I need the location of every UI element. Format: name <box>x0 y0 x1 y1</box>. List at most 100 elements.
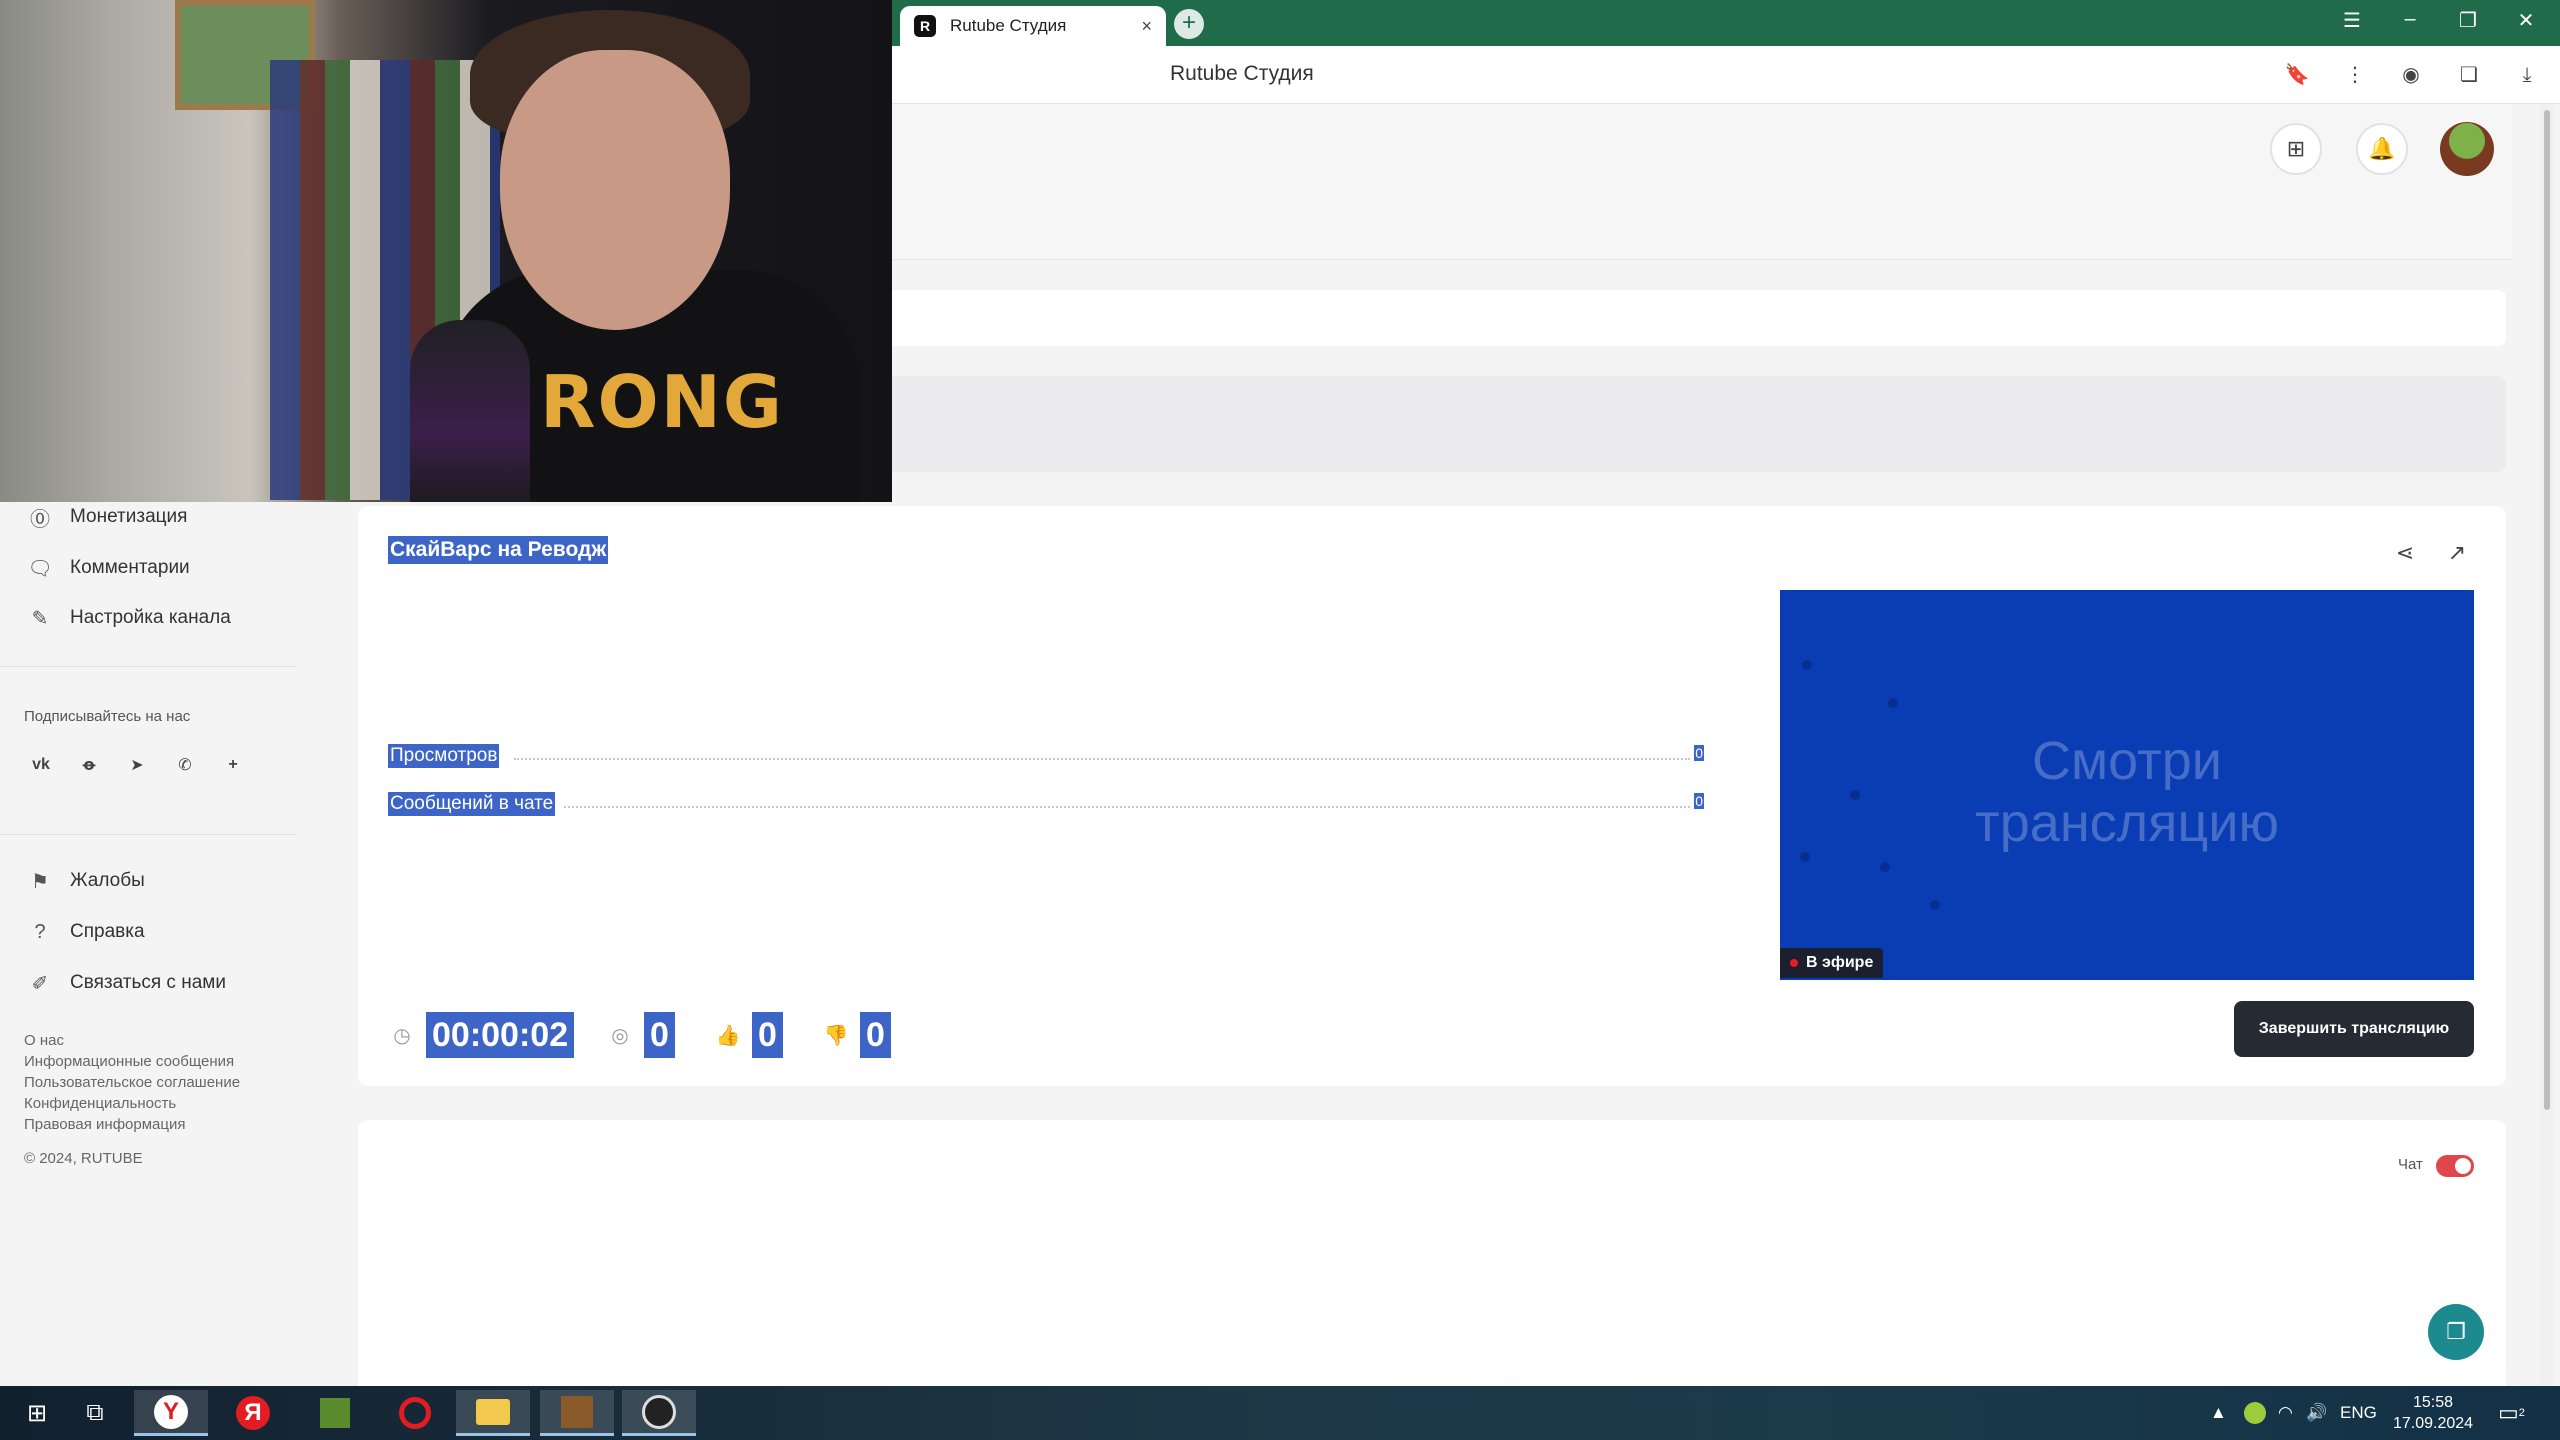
clock[interactable]: 15:58 17.09.2024 <box>2388 1392 2478 1434</box>
language-indicator[interactable]: ENG <box>2340 1386 2377 1440</box>
metric-likes: 👍 0 <box>714 1012 783 1058</box>
more-vertical-icon[interactable]: ⋮ <box>2340 60 2370 90</box>
pencil-icon: ✐ <box>31 972 49 995</box>
live-badge-label: В эфире <box>1806 954 1874 971</box>
plus-square-icon: ⊞ <box>2286 136 2306 161</box>
minecraft-icon[interactable] <box>298 1390 372 1436</box>
footer-link-about[interactable]: О нас <box>24 1032 64 1049</box>
share-icon[interactable]: ⋖ <box>2388 536 2422 570</box>
browser-menu-icon[interactable]: ☰ <box>2332 8 2372 33</box>
ok-icon[interactable]: ꝋ <box>74 750 104 780</box>
notifications-center-icon[interactable]: ▭ 2 <box>2498 1386 2525 1440</box>
page-scrollbar[interactable] <box>2540 104 2554 1386</box>
sidebar-item-contact[interactable]: ✐ Связаться с нами <box>28 968 226 998</box>
footer-link-agreement[interactable]: Пользовательское соглашение <box>24 1074 240 1091</box>
sidebar-item-comments[interactable]: 🗨 Комментарии <box>27 553 190 583</box>
protect-icon[interactable]: ◉ <box>2396 60 2426 90</box>
footer-link-info[interactable]: Информационные сообщения <box>24 1053 234 1070</box>
content-strip <box>892 290 2506 346</box>
preview-watermark: Смотри трансляцию <box>1975 731 2279 853</box>
task-view-icon[interactable]: ⧉ <box>58 1390 132 1436</box>
chat-card <box>358 1120 2506 1386</box>
divider <box>0 666 296 667</box>
thumbs-down-icon: 👎 <box>823 1024 849 1047</box>
monetization-icon: ⓪ <box>30 508 50 531</box>
obs-studio-icon[interactable] <box>622 1390 696 1436</box>
file-explorer-icon[interactable] <box>456 1390 530 1436</box>
support-chat-button[interactable]: ❐ <box>2428 1304 2484 1360</box>
metric-dislikes: 👎 0 <box>822 1012 891 1058</box>
chat-toggle[interactable] <box>2436 1155 2474 1177</box>
opera-icon[interactable] <box>378 1390 452 1436</box>
viewers-value: 0 <box>644 1012 675 1058</box>
clock-time: 15:58 <box>2412 1394 2454 1411</box>
stream-preview[interactable]: Смотри трансляцию <box>1780 590 2474 980</box>
stat-views: Просмотров 0 <box>388 744 1704 770</box>
sidebar-item-label: Монетизация <box>70 506 188 527</box>
avatar[interactable] <box>2440 122 2494 176</box>
collections-icon[interactable]: ❏ <box>2454 60 2484 90</box>
yandex-icon[interactable]: Я <box>216 1390 290 1436</box>
person-face <box>500 50 730 330</box>
sidebar-item-channel-settings[interactable]: ✎ Настройка канала <box>28 603 231 633</box>
minecraft-launcher-icon[interactable] <box>540 1390 614 1436</box>
stat-value: 0 <box>1694 793 1704 809</box>
stat-chat-messages: Сообщений в чате 0 <box>388 792 1704 818</box>
sidebar-item-label: Комментарии <box>70 557 190 578</box>
comments-icon: 🗨 <box>27 557 53 580</box>
sidebar-item-label: Справка <box>70 921 145 942</box>
clock-icon: ◷ <box>393 1024 411 1047</box>
bookmark-icon[interactable]: 🔖 <box>2282 60 2312 90</box>
shirt-print: RONG <box>540 360 785 444</box>
yandex-browser-icon[interactable]: Y <box>134 1390 208 1436</box>
stat-dots <box>564 806 1690 808</box>
download-icon[interactable]: ⤓ <box>2512 60 2542 90</box>
scrollbar-thumb[interactable] <box>2544 110 2550 1110</box>
footer-link-privacy[interactable]: Конфиденциальность <box>24 1095 176 1112</box>
vk-icon[interactable]: vk <box>26 750 56 780</box>
copyright: © 2024, RUTUBE <box>24 1150 143 1167</box>
webcam-overlay: RONG <box>0 0 892 502</box>
browser-tab[interactable]: R Rutube Студия × <box>900 6 1166 46</box>
content-panel <box>892 376 2506 472</box>
chat-bubbles-icon: ❐ <box>2446 1319 2466 1344</box>
live-badge: В эфире <box>1780 948 1884 978</box>
stat-dots <box>514 758 1690 760</box>
address-bar[interactable]: Rutube Студия 🔖 ⋮ ◉ ❏ ⤓ <box>892 46 2560 104</box>
stat-label: Просмотров <box>388 744 500 768</box>
upload-button[interactable]: ⊞ <box>2270 123 2322 175</box>
more-socials-icon[interactable]: + <box>218 750 248 780</box>
viewer-icon: ◎ <box>611 1024 629 1047</box>
tray-app-icon[interactable] <box>2244 1386 2266 1440</box>
close-tab-icon[interactable]: × <box>1141 16 1152 37</box>
minimize-icon[interactable]: – <box>2390 8 2430 31</box>
stat-value: 0 <box>1694 745 1704 761</box>
studio-header <box>892 104 2512 260</box>
dislikes-value: 0 <box>860 1012 891 1058</box>
notifications-button[interactable]: 🔔 <box>2356 123 2408 175</box>
help-icon: ? <box>34 920 46 943</box>
microphone <box>410 320 530 502</box>
sidebar-item-monetization[interactable]: ⓪ Монетизация <box>28 502 187 532</box>
duration-value: 00:00:02 <box>426 1012 575 1058</box>
volume-icon[interactable]: 🔊 <box>2306 1386 2327 1440</box>
new-tab-button[interactable]: + <box>1174 9 1204 39</box>
tray-expand-icon[interactable]: ▲ <box>2210 1386 2227 1440</box>
sidebar-item-help[interactable]: ? Справка <box>28 917 145 947</box>
divider <box>0 834 296 835</box>
end-stream-button[interactable]: Завершить трансляцию <box>2234 1001 2474 1057</box>
stat-label: Сообщений в чате <box>388 792 556 816</box>
sidebar-item-label: Жалобы <box>70 870 145 891</box>
footer-link-legal[interactable]: Правовая информация <box>24 1116 185 1133</box>
magic-wand-icon: ✎ <box>31 607 49 630</box>
viber-icon[interactable]: ✆ <box>170 750 200 780</box>
external-link-icon[interactable]: ↗ <box>2440 536 2474 570</box>
wifi-icon[interactable]: ◠ <box>2278 1386 2293 1440</box>
telegram-icon[interactable]: ➤ <box>122 750 152 780</box>
close-window-icon[interactable]: ✕ <box>2506 8 2546 33</box>
metric-duration: ◷ 00:00:02 <box>388 1012 575 1058</box>
restore-icon[interactable]: ❐ <box>2448 8 2488 33</box>
follow-us-label: Подписывайтесь на нас <box>24 708 191 725</box>
chat-toggle-label: Чат <box>2398 1156 2423 1173</box>
sidebar-item-complaints[interactable]: ⚑ Жалобы <box>28 866 145 896</box>
